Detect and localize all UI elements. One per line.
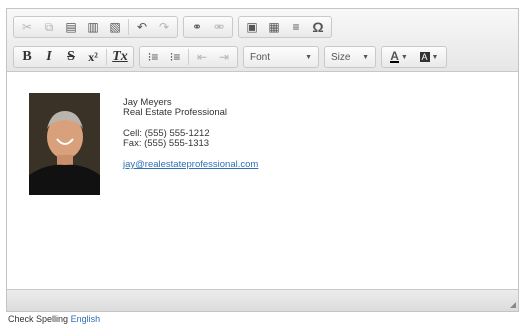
paste-icon[interactable]: ▤ <box>61 18 81 36</box>
redo-icon[interactable]: ↷ <box>154 18 174 36</box>
remove-format-icon[interactable]: Tx <box>110 48 130 66</box>
italic-icon[interactable]: I <box>39 48 59 66</box>
bold-icon[interactable]: B <box>17 48 37 66</box>
link-group: ⚭ ⚮ <box>183 16 233 38</box>
toolbar-row-1: ✂ ⧉ ▤ ▥ ▧ ↶ ↷ ⚭ ⚮ ▣ ▦ ≡ Ω <box>13 15 337 39</box>
portrait-image <box>29 93 100 195</box>
copy-icon[interactable]: ⧉ <box>39 18 59 36</box>
email-signature: Jay Meyers Real Estate Professional Cell… <box>123 98 258 170</box>
ordered-list-icon[interactable]: ⁝≡ <box>143 48 163 66</box>
color-group: A ▼ A ▼ <box>381 46 447 68</box>
image-icon[interactable]: ▣ <box>242 18 262 36</box>
editor-toolbar: ✂ ⧉ ▤ ▥ ▧ ↶ ↷ ⚭ ⚮ ▣ ▦ ≡ Ω B I S x² Tx ⁝≡… <box>7 9 518 72</box>
spellcheck-label: Check Spelling <box>8 314 69 324</box>
toolbar-row-2: B I S x² Tx ⁝≡ ⁝≡ ⇤ ⇥ Font ▼ Size ▼ A ▼ … <box>13 45 452 69</box>
superscript-icon[interactable]: x² <box>83 48 103 66</box>
resize-handle-icon[interactable] <box>510 302 516 308</box>
paste-text-icon[interactable]: ▥ <box>83 18 103 36</box>
signature-title: Real Estate Professional <box>123 107 228 118</box>
horizontal-rule-icon[interactable]: ≡ <box>286 18 306 36</box>
signature-email-link[interactable]: jay@realestateprofessional.com <box>123 159 258 170</box>
unlink-icon[interactable]: ⚮ <box>209 18 229 36</box>
bullet-list-icon[interactable]: ⁝≡ <box>165 48 185 66</box>
undo-icon[interactable]: ↶ <box>132 18 152 36</box>
text-color-icon[interactable]: A ▼ <box>385 48 413 66</box>
font-dropdown-label: Font <box>250 51 271 63</box>
editor-status-bar <box>7 289 518 311</box>
profile-photo <box>29 93 100 195</box>
size-dropdown[interactable]: Size ▼ <box>324 46 376 68</box>
chevron-down-icon: ▼ <box>362 53 369 61</box>
spellcheck-language-link[interactable]: English <box>71 314 101 324</box>
cut-icon[interactable]: ✂ <box>17 18 37 36</box>
background-color-icon[interactable]: A ▼ <box>415 48 443 66</box>
rich-text-editor: ✂ ⧉ ▤ ▥ ▧ ↶ ↷ ⚭ ⚮ ▣ ▦ ≡ Ω B I S x² Tx ⁝≡… <box>6 8 519 312</box>
font-dropdown[interactable]: Font ▼ <box>243 46 319 68</box>
paste-word-icon[interactable]: ▧ <box>105 18 125 36</box>
indent-icon[interactable]: ⇥ <box>214 48 234 66</box>
toolbar-separator <box>188 49 189 65</box>
link-icon[interactable]: ⚭ <box>187 18 207 36</box>
insert-group: ▣ ▦ ≡ Ω <box>238 16 332 38</box>
toolbar-separator <box>128 19 129 35</box>
size-dropdown-label: Size <box>331 51 351 63</box>
clipboard-group: ✂ ⧉ ▤ ▥ ▧ ↶ ↷ <box>13 16 178 38</box>
format-group: B I S x² Tx <box>13 46 134 68</box>
special-char-icon[interactable]: Ω <box>308 18 328 36</box>
outdent-icon[interactable]: ⇤ <box>192 48 212 66</box>
toolbar-separator <box>106 49 107 65</box>
strikethrough-icon[interactable]: S <box>61 48 81 66</box>
chevron-down-icon: ▼ <box>305 53 312 61</box>
table-icon[interactable]: ▦ <box>264 18 284 36</box>
signature-fax: Fax: (555) 555-1313 <box>123 138 210 149</box>
spellcheck-bar: Check Spelling English <box>8 314 100 324</box>
editor-content-area[interactable]: Jay Meyers Real Estate Professional Cell… <box>7 72 518 292</box>
list-group: ⁝≡ ⁝≡ ⇤ ⇥ <box>139 46 238 68</box>
